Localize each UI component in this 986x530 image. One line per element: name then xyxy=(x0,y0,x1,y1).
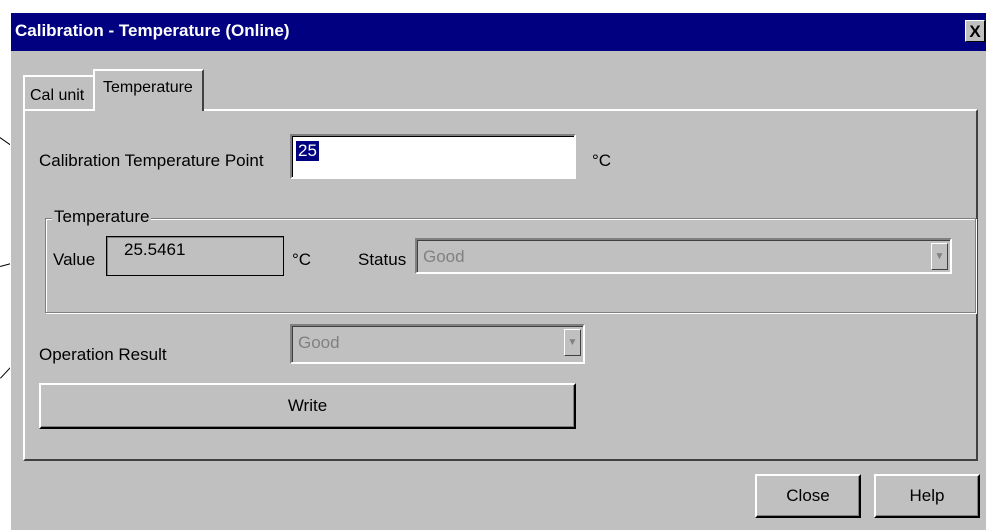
operation-result-value: Good xyxy=(298,333,340,352)
value-unit: °C xyxy=(292,250,312,269)
close-button-label: Close xyxy=(786,486,830,505)
close-window-button[interactable]: X xyxy=(965,20,985,42)
help-button-label: Help xyxy=(909,486,945,505)
operation-result-label: Operation Result xyxy=(39,345,167,364)
calibration-point-unit: °C xyxy=(592,151,612,170)
temperature-value: 25.5461 xyxy=(124,240,186,259)
status-dropdown[interactable]: Good ▼ xyxy=(415,238,952,274)
title-bar: Calibration - Temperature (Online) X xyxy=(11,13,986,51)
window-title: Calibration - Temperature (Online) xyxy=(15,21,290,40)
status-label: Status xyxy=(358,250,407,269)
close-button[interactable]: Close xyxy=(755,474,861,518)
tab-cal-unit[interactable]: Cal unit xyxy=(23,75,99,109)
calibration-point-value: 25 xyxy=(296,141,319,161)
status-value: Good xyxy=(423,247,465,266)
operation-result-dropdown[interactable]: Good ▼ xyxy=(290,324,585,364)
value-label: Value xyxy=(53,250,96,269)
calibration-dialog: Calibration - Temperature (Online) X Cal… xyxy=(10,12,986,530)
help-button[interactable]: Help xyxy=(874,474,980,518)
calibration-point-label: Calibration Temperature Point xyxy=(39,151,264,170)
write-button-label: Write xyxy=(287,396,328,415)
temperature-group-legend: Temperature xyxy=(52,207,152,227)
tab-panel-temperature: Calibration Temperature Point 25 °C Temp… xyxy=(23,109,978,461)
chevron-down-icon[interactable]: ▼ xyxy=(564,329,581,356)
write-button[interactable]: Write xyxy=(39,383,576,429)
chevron-down-icon[interactable]: ▼ xyxy=(931,243,948,270)
tab-temperature[interactable]: Temperature xyxy=(93,69,204,111)
calibration-point-input[interactable]: 25 xyxy=(290,134,576,179)
temperature-value-field: 25.5461 xyxy=(106,236,284,276)
temperature-groupbox: Temperature Value 25.5461 °C Status Good… xyxy=(45,207,976,313)
